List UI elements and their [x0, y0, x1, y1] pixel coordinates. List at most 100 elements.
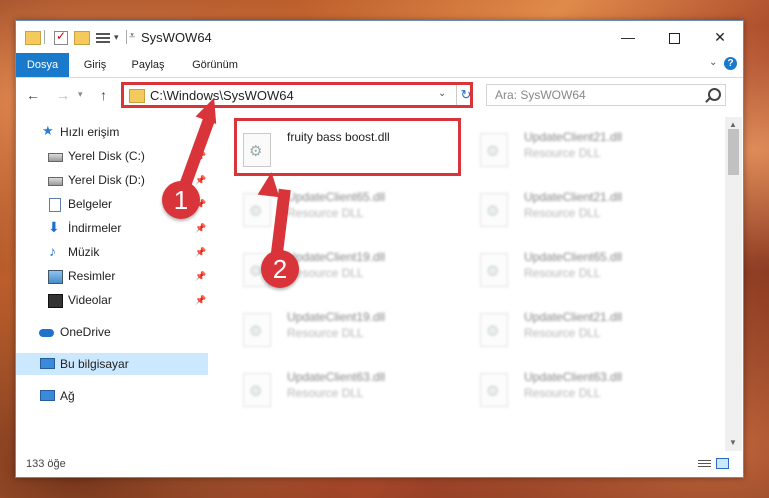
step-badge: 2 [261, 250, 299, 288]
folder-icon [25, 31, 41, 45]
sidebar-item-label: Belgeler [68, 197, 113, 211]
sidebar-item-label: Müzik [68, 245, 100, 259]
file-item[interactable]: UpdateClient65.dll Resource DLL [474, 241, 704, 293]
dll-file-icon [243, 373, 271, 407]
customize-toolbar-icon[interactable]: ⩡ [129, 30, 135, 44]
window-title: SysWOW64 [141, 30, 212, 45]
toolbar-divider [126, 30, 127, 44]
recent-locations-icon[interactable]: ▾ [78, 89, 83, 100]
large-icons-view-icon[interactable] [716, 458, 729, 469]
sidebar-item-music[interactable]: ♪ Müzik 📌 [16, 241, 208, 263]
help-icon[interactable]: ? [724, 57, 737, 70]
file-item[interactable]: UpdateClient21.dll Resource DLL [474, 181, 704, 233]
file-name: UpdateClient21.dll [524, 130, 623, 144]
vertical-scrollbar[interactable]: ▲ ▼ [725, 117, 742, 451]
scroll-down-icon[interactable]: ▼ [729, 438, 737, 447]
expand-ribbon-icon[interactable]: ⌄ [709, 57, 717, 68]
close-button[interactable]: ✕ [697, 21, 743, 53]
sidebar-item-label: Bu bilgisayar [60, 357, 129, 371]
pictures-icon [48, 270, 63, 284]
sidebar-item-downloads[interactable]: ⬇ İndirmeler 📌 [16, 217, 208, 239]
tab-home[interactable]: Giriş [74, 53, 116, 77]
pin-icon[interactable]: 📌 [195, 241, 206, 263]
sidebar-item-disk-c[interactable]: Yerel Disk (C:) 📌 [16, 145, 208, 167]
search-input[interactable]: Ara: SysWOW64 [495, 88, 586, 102]
sidebar-item-pictures[interactable]: Resimler 📌 [16, 265, 208, 287]
chevron-down-icon[interactable]: ⌄ [438, 88, 446, 99]
file-name: UpdateClient65.dll [524, 250, 623, 264]
scroll-up-icon[interactable]: ▲ [729, 120, 737, 129]
scrollbar-thumb[interactable] [728, 129, 739, 175]
dll-file-icon [480, 313, 508, 347]
list-properties-icon[interactable] [96, 31, 110, 43]
sidebar-item-onedrive[interactable]: OneDrive [16, 321, 208, 343]
details-view-icon[interactable] [698, 458, 711, 469]
pin-icon[interactable]: 📌 [195, 289, 206, 311]
search-box[interactable]: Ara: SysWOW64 [486, 84, 726, 106]
properties-check-icon[interactable] [54, 29, 68, 45]
cloud-icon [39, 329, 54, 337]
file-type: Resource DLL [287, 326, 364, 340]
pin-icon[interactable]: 📌 [195, 265, 206, 287]
star-icon: ★ [42, 123, 54, 138]
file-name: UpdateClient19.dll [287, 310, 386, 324]
title-bar: ▾ ⩡ SysWOW64 — ✕ [16, 21, 743, 53]
toolbar-divider [44, 30, 45, 44]
file-item[interactable]: UpdateClient21.dll Resource DLL [474, 121, 704, 173]
drive-icon [48, 177, 63, 186]
tab-view[interactable]: Görünüm [181, 53, 249, 77]
file-type: Resource DLL [524, 326, 601, 340]
arrow-icon [257, 170, 283, 198]
pin-icon[interactable]: 📌 [195, 169, 206, 191]
file-type: Resource DLL [524, 206, 601, 220]
network-icon [40, 390, 55, 401]
sidebar-item-network[interactable]: Ağ [16, 385, 208, 407]
file-item[interactable]: UpdateClient21.dll Resource DLL [474, 301, 704, 353]
forward-arrow-icon[interactable]: → [56, 87, 70, 103]
new-folder-icon[interactable] [74, 31, 90, 45]
step-badge: 1 [162, 181, 200, 219]
sidebar-item-label: Hızlı erişim [60, 125, 120, 139]
sidebar-item-label: İndirmeler [68, 221, 122, 235]
dll-file-icon [243, 313, 271, 347]
file-name: UpdateClient21.dll [524, 190, 623, 204]
videos-icon [48, 294, 63, 308]
file-name: fruity bass boost.dll [287, 130, 390, 144]
sidebar-item-label: OneDrive [60, 325, 111, 339]
folder-icon [129, 89, 145, 103]
file-name: UpdateClient63.dll [524, 370, 623, 384]
computer-icon [40, 358, 55, 369]
search-icon[interactable] [708, 88, 721, 101]
file-name: UpdateClient21.dll [524, 310, 623, 324]
music-icon: ♪ [49, 243, 56, 259]
maximize-icon [668, 32, 680, 44]
sidebar-item-label: Resimler [68, 269, 116, 283]
chevron-down-icon[interactable]: ▾ [114, 32, 119, 46]
maximize-button[interactable] [651, 21, 697, 53]
up-arrow-icon[interactable]: ↑ [100, 87, 107, 103]
tab-share[interactable]: Paylaş [124, 53, 172, 77]
sidebar-item-this-pc[interactable]: Bu bilgisayar [16, 353, 208, 375]
sidebar-item-videos[interactable]: Videolar 📌 [16, 289, 208, 311]
file-explorer-window: ▾ ⩡ SysWOW64 — ✕ Dosya Giriş Paylaş Görü… [15, 20, 744, 478]
pin-icon[interactable]: 📌 [195, 217, 206, 239]
back-arrow-icon[interactable]: ← [26, 87, 40, 103]
file-type: Resource DLL [287, 206, 364, 220]
sidebar-item-label: Ağ [60, 389, 75, 403]
file-name: UpdateClient19.dll [287, 250, 386, 264]
file-type: Resource DLL [524, 146, 601, 160]
dll-file-icon [480, 253, 508, 287]
file-item[interactable]: UpdateClient63.dll Resource DLL [237, 361, 467, 413]
sidebar-item-quick-access[interactable]: ★ Hızlı erişim [16, 121, 208, 143]
file-item-fruity-bass-boost[interactable]: fruity bass boost.dll [234, 118, 461, 176]
file-item[interactable]: UpdateClient19.dll Resource DLL [237, 301, 467, 353]
dll-file-icon [243, 133, 271, 167]
file-type: Resource DLL [524, 386, 601, 400]
address-bar[interactable]: C:\Windows\SysWOW64 ⌄ ↻ [121, 82, 473, 108]
refresh-icon[interactable]: ↻ [456, 85, 475, 105]
navigation-bar: ← → ▾ ↑ C:\Windows\SysWOW64 ⌄ ↻ Ara: Sys… [16, 78, 743, 114]
dll-file-icon [480, 373, 508, 407]
minimize-button[interactable]: — [605, 21, 651, 53]
file-item[interactable]: UpdateClient63.dll Resource DLL [474, 361, 704, 413]
tab-file[interactable]: Dosya [16, 53, 69, 77]
